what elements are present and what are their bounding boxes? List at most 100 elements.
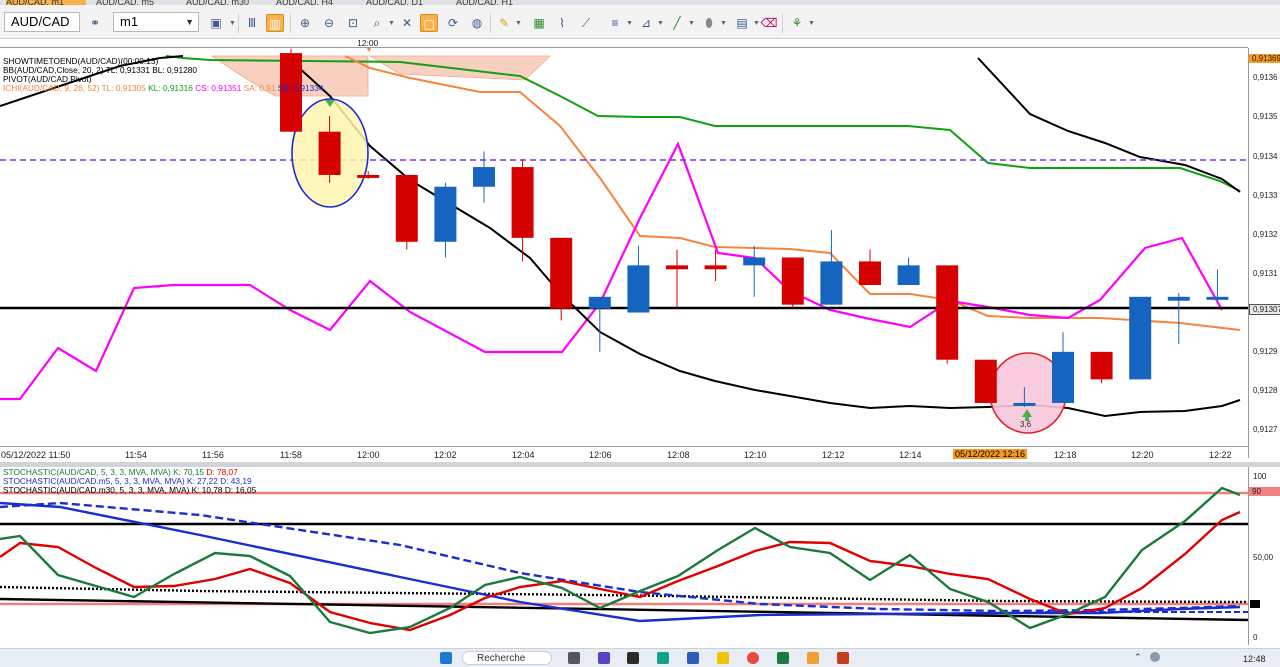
pencil-icon[interactable]: ✎ — [495, 14, 513, 32]
cloud-icon[interactable] — [1150, 652, 1160, 662]
chart-image-icon[interactable]: ▦ — [530, 14, 548, 32]
bullish-candle[interactable] — [897, 265, 920, 286]
bullish-candle[interactable] — [434, 186, 457, 242]
bearish-candle[interactable] — [1090, 351, 1113, 380]
x-label: 12:20 — [1131, 450, 1154, 460]
teams-icon[interactable] — [598, 652, 610, 664]
toolbar-separator — [238, 13, 239, 33]
candles-group — [280, 49, 1229, 407]
price-label: 0,9128 — [1253, 386, 1278, 395]
stoch-axis-top: 100 — [1253, 472, 1267, 481]
bullish-candle[interactable] — [1052, 351, 1074, 403]
ichimoku-sb: SB: 0,91334 — [277, 83, 324, 93]
task-view-icon[interactable] — [568, 652, 580, 664]
bullish-candle[interactable] — [588, 296, 611, 309]
taskbar-search[interactable]: Recherche — [462, 651, 552, 665]
bullish-candle[interactable] — [1129, 296, 1152, 380]
bullish-candle[interactable] — [704, 265, 727, 270]
chart-scroll-icon[interactable]: ▢ — [420, 14, 438, 32]
x-label: 12:12 — [822, 450, 845, 460]
refresh-icon[interactable]: ⟳ — [444, 14, 462, 32]
legend-ichimoku[interactable]: ICHI(AUD/CAD, 9, 26, 52) TL: 0,91305 KL:… — [3, 84, 323, 93]
zoom-out-icon[interactable]: ⊖ — [320, 14, 338, 32]
chevron-up-icon[interactable]: ⌃ — [1134, 652, 1142, 663]
price-label: 0,9129 — [1253, 347, 1278, 356]
price-label: 0,9134 — [1253, 152, 1278, 161]
shape-icon[interactable]: ⬮ — [700, 14, 718, 32]
timeframe-select[interactable]: m1 ▼ — [113, 12, 199, 32]
price-chart[interactable]: 3,6 — [0, 48, 1248, 458]
candlestick-chart-icon[interactable]: ▥ — [266, 14, 284, 32]
price-label: 0,9136 — [1253, 73, 1278, 82]
windows-start-icon[interactable] — [440, 652, 452, 664]
crosshair-icon[interactable]: ✕ — [398, 14, 416, 32]
bullish-candle[interactable] — [743, 257, 766, 266]
bearish-candle[interactable] — [974, 359, 997, 403]
link-icon[interactable]: ⚭ — [86, 14, 104, 32]
trading-app-icon[interactable] — [627, 652, 639, 664]
stoch-m30-k: K: 10,78 — [191, 485, 223, 495]
stoch-axis-bottom: 0 — [1253, 633, 1258, 642]
bearish-candle[interactable] — [781, 257, 804, 305]
bullish-candle[interactable] — [1167, 296, 1190, 301]
x-label: 12:18 — [1054, 450, 1077, 460]
chevron-down-icon: ▼ — [626, 20, 633, 27]
zoom-fit-icon[interactable]: ⊡ — [344, 14, 362, 32]
folder-icon[interactable] — [807, 652, 819, 664]
file-explorer-icon[interactable] — [717, 652, 729, 664]
bearish-candle[interactable] — [550, 237, 573, 309]
bar-chart-icon[interactable]: Ⅲ — [243, 14, 261, 32]
chrome-icon[interactable] — [747, 652, 759, 664]
horizontal-lines-icon[interactable]: ≡ — [606, 14, 624, 32]
edge-icon[interactable] — [657, 652, 669, 664]
x-label: 11:58 — [280, 450, 302, 460]
hierarchy-icon[interactable]: ⚘ — [788, 14, 806, 32]
bearish-candle[interactable] — [859, 261, 881, 286]
bearish-candle[interactable] — [1206, 296, 1229, 300]
price-tag-current: 0,91307 — [1249, 304, 1280, 315]
clock[interactable]: 12:48 — [1243, 654, 1266, 664]
chevron-down-icon: ▼ — [229, 20, 236, 27]
ichimoku-cs: CS: 0,91351 — [195, 83, 242, 93]
excel-icon[interactable] — [777, 652, 789, 664]
timeframe-value: m1 — [120, 14, 139, 29]
bearish-candle[interactable] — [666, 265, 688, 270]
ichimoku-sa: SA: 0,91 — [243, 83, 276, 93]
fibonacci-icon[interactable]: ⊿ — [637, 14, 655, 32]
bearish-candle[interactable] — [318, 131, 341, 175]
zoom-area-icon[interactable]: ⌕ — [368, 14, 386, 32]
bearish-candle[interactable] — [357, 174, 380, 178]
line-tool-icon[interactable]: ⟋ — [577, 14, 595, 32]
stoch-axis-mid: 50,00 — [1253, 553, 1274, 562]
powerpoint-icon[interactable] — [837, 652, 849, 664]
bearish-candle[interactable] — [1013, 402, 1036, 406]
bearish-candle[interactable] — [395, 174, 418, 242]
price-axis[interactable]: 0,91369 0,9136 0,9135 0,9134 0,9133 0,91… — [1248, 48, 1280, 458]
bullish-candle[interactable] — [627, 265, 650, 313]
bearish-candle[interactable] — [511, 167, 534, 238]
chart-window-icon[interactable]: ▣ — [207, 14, 225, 32]
signal-value-label: 3,6 — [1020, 420, 1032, 429]
ichimoku-name: ICHI(AUD/CAD, 9, 26, 52) — [3, 83, 100, 93]
globe-icon[interactable]: ◍ — [468, 14, 486, 32]
stochastic-axis: 100 90 50,00 0 — [1248, 467, 1280, 645]
trendline-icon[interactable]: ╱ — [668, 14, 686, 32]
template-icon[interactable]: ▤ — [733, 14, 751, 32]
eraser-icon[interactable]: ⌫ — [760, 14, 778, 32]
bearish-candle[interactable] — [936, 265, 959, 360]
bullish-candle[interactable] — [473, 167, 495, 187]
x-label: 12:04 — [512, 450, 535, 460]
word-icon[interactable] — [687, 652, 699, 664]
x-label: 05/12/2022 11:50 — [1, 450, 71, 460]
zoom-in-icon[interactable]: ⊕ — [296, 14, 314, 32]
stoch-m30-name: STOCHASTIC(AUD/CAD.m30, 5, 3, 3, MVA, MV… — [3, 485, 190, 495]
chevron-down-icon: ▼ — [720, 20, 727, 27]
x-label: 11:54 — [125, 450, 147, 460]
legend-stoch-m30[interactable]: STOCHASTIC(AUD/CAD.m30, 5, 3, 3, MVA, MV… — [3, 486, 256, 495]
indicator-icon[interactable]: ⌇ — [553, 14, 571, 32]
search-label: Recherche — [477, 653, 526, 664]
x-label: 11:56 — [202, 450, 224, 460]
ichimoku-tl: TL: 0,91305 — [101, 83, 146, 93]
bullish-candle[interactable] — [820, 261, 843, 305]
symbol-select[interactable]: AUD/CAD — [4, 12, 80, 32]
